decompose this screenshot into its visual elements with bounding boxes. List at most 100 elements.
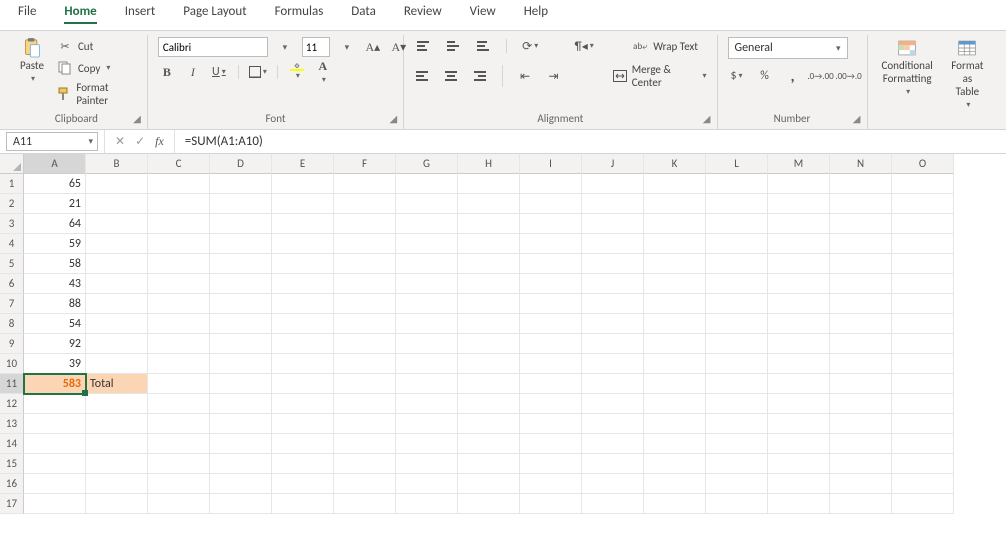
- cell-N11[interactable]: [830, 374, 892, 394]
- cell-A9[interactable]: 92: [24, 334, 86, 354]
- cell-E2[interactable]: [272, 194, 334, 214]
- underline-button[interactable]: U: [210, 63, 228, 81]
- cell-F4[interactable]: [334, 234, 396, 254]
- cell-O15[interactable]: [892, 454, 954, 474]
- cell-H2[interactable]: [458, 194, 520, 214]
- cell-H4[interactable]: [458, 234, 520, 254]
- row-header-15[interactable]: 15: [0, 454, 24, 474]
- cell-I3[interactable]: [520, 214, 582, 234]
- row-header-12[interactable]: 12: [0, 394, 24, 414]
- cell-E4[interactable]: [272, 234, 334, 254]
- menu-home[interactable]: Home: [64, 4, 96, 24]
- cell-E16[interactable]: [272, 474, 334, 494]
- cell-K1[interactable]: [644, 174, 706, 194]
- cell-A3[interactable]: 64: [24, 214, 86, 234]
- cell-L13[interactable]: [706, 414, 768, 434]
- cell-N10[interactable]: [830, 354, 892, 374]
- cell-A17[interactable]: [24, 494, 86, 514]
- font-size-input[interactable]: [302, 37, 330, 57]
- cell-N2[interactable]: [830, 194, 892, 214]
- cell-C2[interactable]: [148, 194, 210, 214]
- cell-J10[interactable]: [582, 354, 644, 374]
- cell-K14[interactable]: [644, 434, 706, 454]
- cell-A5[interactable]: 58: [24, 254, 86, 274]
- cell-I13[interactable]: [520, 414, 582, 434]
- fx-icon[interactable]: fx: [155, 134, 164, 149]
- cell-K5[interactable]: [644, 254, 706, 274]
- cell-K17[interactable]: [644, 494, 706, 514]
- cell-E3[interactable]: [272, 214, 334, 234]
- cell-K4[interactable]: [644, 234, 706, 254]
- cell-G17[interactable]: [396, 494, 458, 514]
- cell-H7[interactable]: [458, 294, 520, 314]
- cell-L14[interactable]: [706, 434, 768, 454]
- decrease-indent-icon[interactable]: ⇤: [517, 67, 534, 85]
- cell-N15[interactable]: [830, 454, 892, 474]
- column-header-C[interactable]: C: [148, 154, 210, 174]
- increase-indent-icon[interactable]: ⇥: [545, 67, 562, 85]
- cell-K16[interactable]: [644, 474, 706, 494]
- cell-H10[interactable]: [458, 354, 520, 374]
- cell-M17[interactable]: [768, 494, 830, 514]
- cell-B10[interactable]: [86, 354, 148, 374]
- cell-E11[interactable]: [272, 374, 334, 394]
- cell-M2[interactable]: [768, 194, 830, 214]
- row-header-16[interactable]: 16: [0, 474, 24, 494]
- column-header-G[interactable]: G: [396, 154, 458, 174]
- cell-J14[interactable]: [582, 434, 644, 454]
- cell-O12[interactable]: [892, 394, 954, 414]
- cell-H13[interactable]: [458, 414, 520, 434]
- column-header-A[interactable]: A: [24, 154, 86, 174]
- cell-M8[interactable]: [768, 314, 830, 334]
- cell-A13[interactable]: [24, 414, 86, 434]
- cell-I14[interactable]: [520, 434, 582, 454]
- dialog-launcher-icon[interactable]: ◢: [133, 112, 141, 125]
- cancel-formula-icon[interactable]: ✕: [115, 134, 125, 149]
- cell-N13[interactable]: [830, 414, 892, 434]
- cell-N3[interactable]: [830, 214, 892, 234]
- rtl-button[interactable]: ¶◂: [575, 37, 593, 55]
- cell-B14[interactable]: [86, 434, 148, 454]
- cell-B8[interactable]: [86, 314, 148, 334]
- cell-L1[interactable]: [706, 174, 768, 194]
- cell-D10[interactable]: [210, 354, 272, 374]
- cell-L11[interactable]: [706, 374, 768, 394]
- cell-G9[interactable]: [396, 334, 458, 354]
- cell-L5[interactable]: [706, 254, 768, 274]
- cell-C17[interactable]: [148, 494, 210, 514]
- cell-M4[interactable]: [768, 234, 830, 254]
- align-middle-icon[interactable]: [444, 37, 462, 55]
- cell-E14[interactable]: [272, 434, 334, 454]
- cell-E1[interactable]: [272, 174, 334, 194]
- cell-C16[interactable]: [148, 474, 210, 494]
- cell-D13[interactable]: [210, 414, 272, 434]
- cell-C10[interactable]: [148, 354, 210, 374]
- cell-J12[interactable]: [582, 394, 644, 414]
- cell-O8[interactable]: [892, 314, 954, 334]
- cell-C11[interactable]: [148, 374, 210, 394]
- cell-E8[interactable]: [272, 314, 334, 334]
- merge-center-button[interactable]: Merge & Center: [611, 63, 706, 89]
- row-header-14[interactable]: 14: [0, 434, 24, 454]
- cell-N1[interactable]: [830, 174, 892, 194]
- cell-J11[interactable]: [582, 374, 644, 394]
- cell-B17[interactable]: [86, 494, 148, 514]
- cell-J17[interactable]: [582, 494, 644, 514]
- cell-L8[interactable]: [706, 314, 768, 334]
- cell-C4[interactable]: [148, 234, 210, 254]
- cell-A1[interactable]: 65: [24, 174, 86, 194]
- cell-K7[interactable]: [644, 294, 706, 314]
- cell-I11[interactable]: [520, 374, 582, 394]
- cell-C9[interactable]: [148, 334, 210, 354]
- cell-F16[interactable]: [334, 474, 396, 494]
- increase-decimal-icon[interactable]: .0→.00: [812, 67, 830, 85]
- cell-I9[interactable]: [520, 334, 582, 354]
- cell-J15[interactable]: [582, 454, 644, 474]
- dialog-launcher-icon[interactable]: ◢: [853, 112, 861, 125]
- wrap-text-button[interactable]: ab⤶ Wrap Text: [631, 37, 698, 55]
- row-header-10[interactable]: 10: [0, 354, 24, 374]
- cell-C1[interactable]: [148, 174, 210, 194]
- cell-O14[interactable]: [892, 434, 954, 454]
- cell-D3[interactable]: [210, 214, 272, 234]
- chevron-down-icon[interactable]: ▾: [276, 38, 294, 56]
